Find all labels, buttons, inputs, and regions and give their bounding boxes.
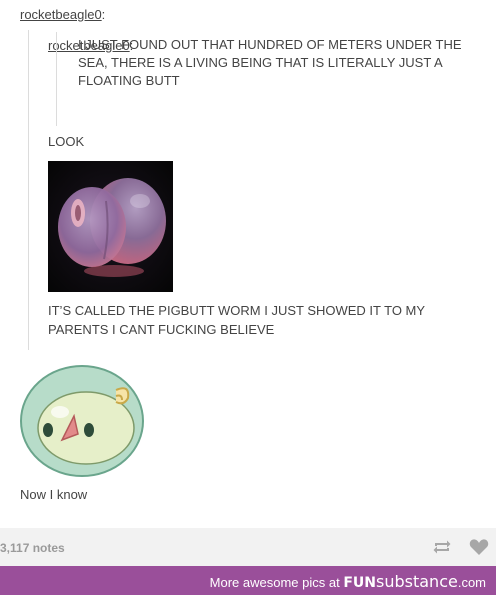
reply-text: Now I know [20, 487, 88, 502]
post-author: rocketbeagle0: [20, 7, 105, 22]
reblog-icon[interactable] [432, 539, 452, 555]
solosis-image [20, 365, 144, 477]
nested-quote: I JUST FOUND OUT THAT HUNDRED OF METERS … [56, 32, 462, 126]
banner-text: More awesome pics at [209, 575, 340, 590]
brand-logo-substance: substance [376, 572, 458, 591]
look-text: LOOK [48, 134, 85, 149]
quote-text: I JUST FOUND OUT THAT HUNDRED OF METERS … [78, 37, 462, 88]
solosis-drawing[interactable] [16, 362, 148, 480]
pigbutt-worm-photo[interactable] [48, 161, 173, 292]
brand-logo-domain: .com [457, 575, 486, 590]
pigbutt-worm-image [48, 161, 173, 292]
watermark-banner: More awesome pics at FUNsubstance.com [0, 566, 496, 595]
author-colon: : [101, 7, 106, 22]
brand-logo-fun: FUN [343, 575, 376, 591]
caption-text: IT’S CALLED THE PIGBUTT WORM I JUST SHOW… [48, 303, 425, 337]
post: rocketbeagle0: rocketbeagle0: I JUST FOU… [0, 0, 496, 528]
notes-count[interactable]: 3,117 notes [0, 541, 65, 555]
heart-icon[interactable] [469, 538, 489, 556]
author-link[interactable]: rocketbeagle0 [20, 7, 102, 22]
banner-content: More awesome pics at FUNsubstance.com [210, 572, 486, 591]
post-footer: 3,117 notes [0, 528, 496, 566]
